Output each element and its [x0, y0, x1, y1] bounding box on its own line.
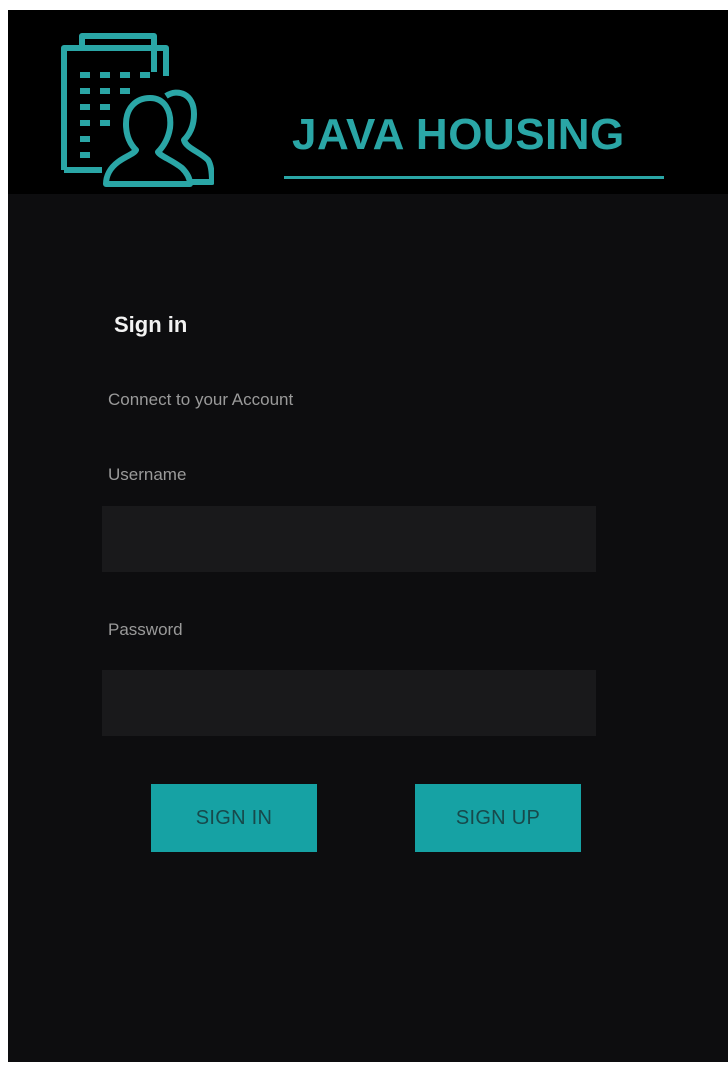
signin-subtitle: Connect to your Account — [108, 390, 294, 409]
title-underline — [284, 176, 664, 179]
app-title: JAVA HOUSING — [292, 110, 625, 159]
password-input[interactable] — [102, 670, 596, 736]
header-banner: JAVA HOUSING — [8, 10, 728, 194]
building-people-icon — [61, 33, 214, 187]
password-label: Password — [108, 620, 183, 639]
login-window: JAVA HOUSING Sign in Connect to your Acc… — [8, 10, 728, 1062]
sign-up-button[interactable]: SIGN UP — [415, 784, 581, 852]
signin-heading: Sign in — [114, 312, 188, 337]
sign-in-button[interactable]: SIGN IN — [151, 784, 317, 852]
username-label: Username — [108, 465, 187, 484]
username-input[interactable] — [102, 506, 596, 572]
